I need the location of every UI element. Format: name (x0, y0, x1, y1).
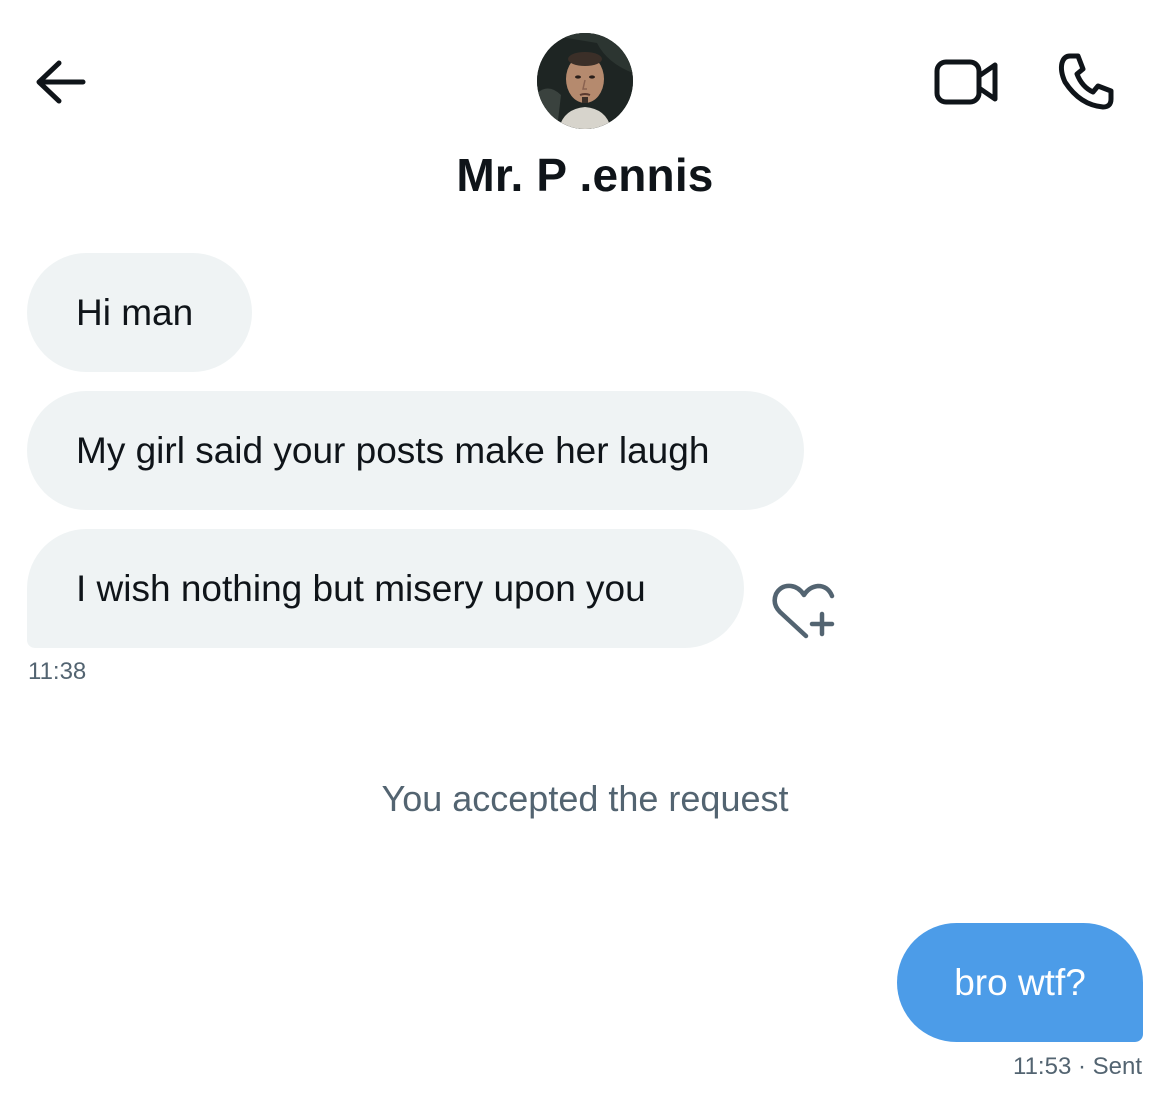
avatar-photo (537, 33, 633, 129)
message-bubble-incoming[interactable]: I wish nothing but misery upon you (27, 529, 744, 648)
add-reaction-button[interactable] (770, 580, 840, 644)
message-status: 11:53 · Sent (1013, 1053, 1142, 1080)
message-text: My girl said your posts make her laugh (76, 429, 710, 471)
system-message: You accepted the request (381, 778, 789, 819)
arrow-left-icon (36, 60, 86, 104)
heart-plus-icon (772, 583, 835, 639)
phone-call-icon (1058, 53, 1114, 110)
message-text: I wish nothing but misery upon you (76, 567, 646, 609)
message-text: Hi man (76, 291, 194, 333)
message-bubble-outgoing[interactable]: bro wtf? (897, 923, 1143, 1042)
back-button[interactable] (30, 52, 90, 112)
contact-name[interactable]: Mr. P .ennis (0, 148, 1170, 202)
phone-call-button[interactable] (1050, 48, 1122, 114)
message-bubble-incoming[interactable]: Hi man (27, 253, 252, 372)
message-timestamp: 11:38 (28, 658, 87, 685)
video-call-icon (934, 59, 998, 105)
video-call-button[interactable] (928, 52, 1004, 112)
message-text: bro wtf? (954, 961, 1086, 1003)
contact-avatar[interactable] (537, 33, 633, 129)
message-bubble-incoming[interactable]: My girl said your posts make her laugh (27, 391, 804, 510)
